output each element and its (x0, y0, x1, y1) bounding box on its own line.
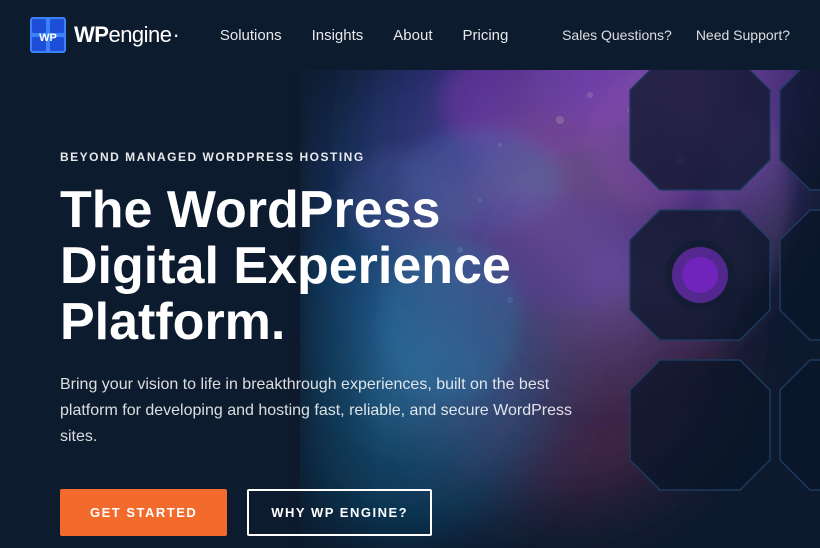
nav-sales[interactable]: Sales Questions? (562, 27, 672, 43)
logo-dot: · (173, 22, 180, 48)
svg-text:WP: WP (39, 32, 57, 44)
nav-support[interactable]: Need Support? (696, 27, 790, 43)
get-started-button[interactable]: GET STARTED (60, 489, 227, 536)
nav-about[interactable]: About (393, 27, 432, 44)
hero-description: Bring your vision to life in breakthroug… (60, 372, 590, 449)
nav-links: Solutions Insights About Pricing (220, 27, 562, 44)
logo-wp: WP (74, 22, 108, 48)
nav-pricing[interactable]: Pricing (462, 27, 508, 44)
logo-area[interactable]: WP WP engine · (30, 17, 180, 53)
hero-content: BEYOND MANAGED WORDPRESS HOSTING The Wor… (0, 70, 640, 548)
nav-solutions[interactable]: Solutions (220, 27, 282, 44)
navbar: WP WP engine · Solutions Insights About … (0, 0, 820, 70)
hero-section: WP WP engine · Solutions Insights About … (0, 0, 820, 548)
wp-engine-logo-icon: WP (30, 17, 66, 53)
nav-right: Sales Questions? Need Support? (562, 27, 790, 43)
hero-title: The WordPress Digital Experience Platfor… (60, 182, 610, 350)
logo-text: WP engine · (74, 22, 180, 48)
logo-engine: engine (108, 22, 171, 48)
nav-insights[interactable]: Insights (312, 27, 364, 44)
why-wp-engine-button[interactable]: WHY WP ENGINE? (247, 489, 432, 536)
hero-subtitle: BEYOND MANAGED WORDPRESS HOSTING (60, 150, 610, 164)
hero-buttons: GET STARTED WHY WP ENGINE? (60, 489, 610, 536)
